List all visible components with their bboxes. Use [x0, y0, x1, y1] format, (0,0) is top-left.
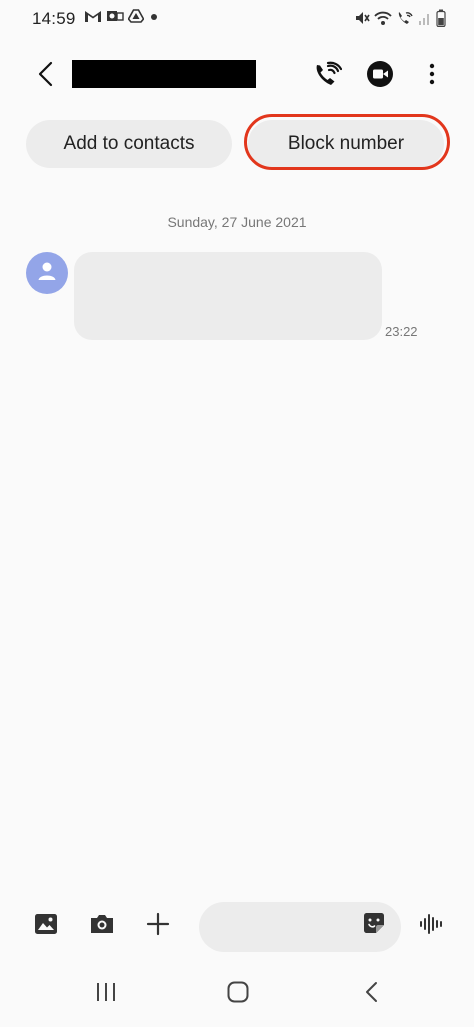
camera-button[interactable] [84, 908, 120, 944]
sticker-button[interactable] [358, 909, 390, 941]
date-separator: Sunday, 27 June 2021 [167, 214, 307, 230]
nav-back-button[interactable] [352, 978, 392, 1010]
add-to-contacts-button[interactable]: Add to contacts [26, 120, 232, 168]
gallery-button[interactable] [28, 908, 64, 944]
more-vertical-icon [429, 63, 435, 90]
signal-icon [418, 10, 432, 26]
wifi-calling-icon [396, 10, 414, 26]
recents-button[interactable] [86, 978, 126, 1010]
status-bar: 14:59 [0, 0, 474, 38]
status-right-icons [354, 9, 446, 27]
gmail-icon [84, 9, 102, 23]
battery-icon [436, 9, 446, 27]
outlook-icon [106, 9, 124, 23]
wifi-icon [374, 10, 392, 26]
contact-avatar[interactable] [26, 252, 68, 294]
back-icon [365, 981, 379, 1008]
wifi-call-icon [314, 61, 343, 92]
drive-icon [128, 9, 144, 23]
voice-waveform-icon [419, 912, 445, 941]
wifi-call-button[interactable] [310, 58, 346, 94]
add-attachment-button[interactable] [140, 908, 176, 944]
status-left-icons [84, 9, 160, 23]
contact-name-redacted [72, 60, 256, 88]
system-navigation-bar [0, 966, 474, 1022]
video-call-icon [366, 60, 394, 93]
camera-icon [89, 913, 115, 940]
block-number-button[interactable]: Block number [248, 120, 444, 168]
person-icon [36, 260, 58, 287]
voice-record-button[interactable] [414, 908, 450, 944]
sticker-icon [362, 911, 386, 940]
recents-icon [95, 981, 117, 1008]
status-time: 14:59 [32, 9, 76, 28]
mute-icon [354, 10, 370, 26]
plus-icon [146, 912, 170, 941]
gallery-icon [34, 913, 58, 940]
back-button[interactable] [28, 58, 64, 94]
video-call-button[interactable] [362, 58, 398, 94]
notification-dot-icon [148, 9, 160, 23]
home-icon [226, 980, 250, 1009]
message-timestamp: 23:22 [385, 324, 418, 339]
conversation-header [0, 48, 474, 104]
message-composer [0, 896, 474, 956]
more-options-button[interactable] [414, 58, 450, 94]
home-button[interactable] [218, 978, 258, 1010]
message-bubble[interactable] [74, 252, 382, 340]
chevron-left-icon [37, 61, 55, 92]
